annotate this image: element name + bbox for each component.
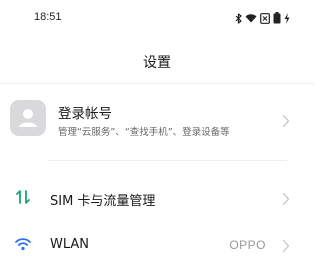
avatar-placeholder-icon bbox=[10, 100, 46, 136]
status-time: 18:51 bbox=[34, 11, 62, 23]
setting-item-wlan[interactable]: WLAN OPPO bbox=[0, 228, 314, 264]
data-transfer-icon bbox=[14, 188, 32, 206]
status-bar: 18:51 bbox=[0, 0, 314, 34]
chevron-right-icon bbox=[282, 238, 290, 253]
wifi-icon bbox=[14, 235, 32, 253]
wlan-network-value: OPPO bbox=[229, 238, 266, 252]
account-login-row[interactable]: 登录帐号 管理“云服务”、“查找手机”、登录设备等 bbox=[0, 94, 314, 152]
setting-item-sim[interactable]: SIM 卡与流量管理 bbox=[0, 180, 314, 216]
chevron-right-icon bbox=[282, 113, 290, 128]
page-title: 设置 bbox=[143, 55, 171, 71]
setting-label: WLAN bbox=[50, 237, 90, 252]
row-divider bbox=[48, 160, 287, 161]
account-subtitle: 管理“云服务”、“查找手机”、登录设备等 bbox=[58, 127, 230, 138]
setting-label: SIM 卡与流量管理 bbox=[50, 194, 156, 209]
bluetooth-icon bbox=[235, 12, 242, 24]
sim-off-icon bbox=[260, 12, 270, 24]
chevron-right-icon bbox=[282, 191, 290, 206]
charging-icon bbox=[284, 12, 290, 24]
settings-screen: 18:51 设置 登录帐号 管理“云服务”、“查找手机”、登录设备等 SIM 卡… bbox=[0, 0, 314, 274]
title-divider bbox=[0, 83, 314, 84]
wifi-icon bbox=[245, 13, 257, 23]
battery-icon bbox=[273, 12, 281, 24]
account-title: 登录帐号 bbox=[58, 106, 112, 122]
status-icons bbox=[235, 10, 290, 26]
